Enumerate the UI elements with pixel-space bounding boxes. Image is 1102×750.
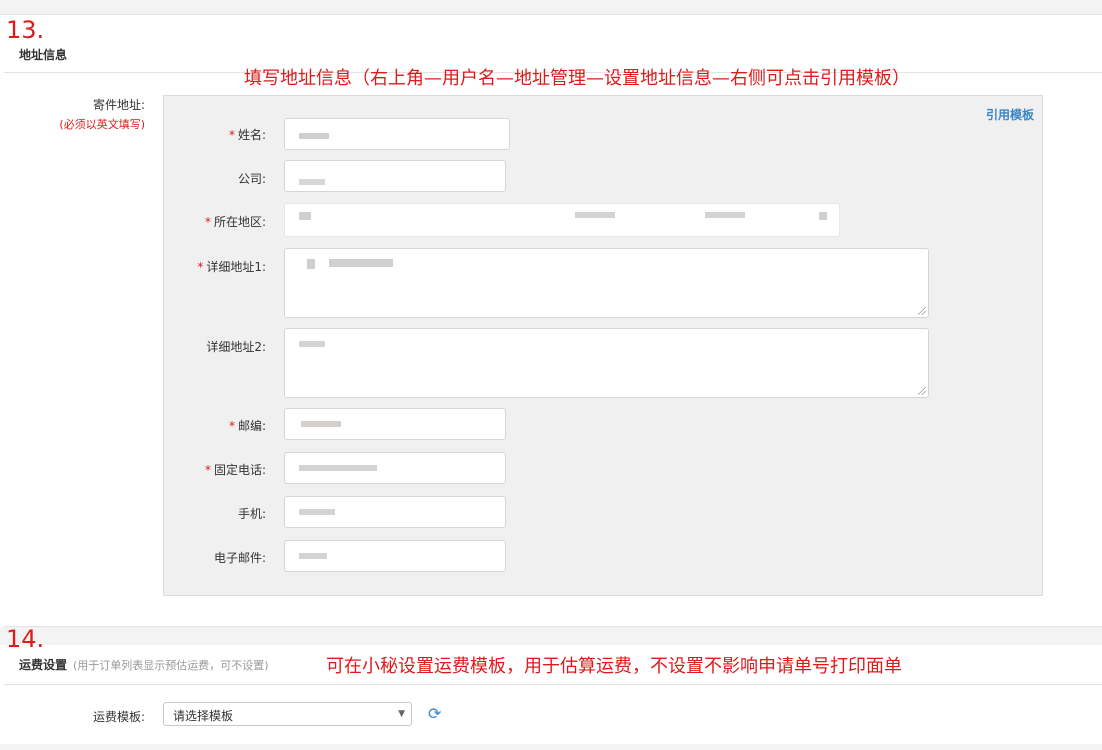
section-subtitle-shipping: (用于订单列表显示预估运费，可不设置)	[73, 659, 269, 672]
section-title-address: 地址信息	[19, 48, 68, 62]
address-annotation: 填写地址信息（右上角—用户名—地址管理—设置地址信息—右侧可点击引用模板）	[244, 68, 910, 89]
bottom-band	[0, 744, 1102, 750]
mobile-input[interactable]	[284, 496, 506, 528]
address-panel: 引用模板 * 姓名: 公司: * 所在地区: * 详细地址1: 详细地址2: * 邮编:…	[163, 95, 1043, 596]
required-mark: *	[228, 419, 235, 433]
sender-address-note: (必须以英文填写)	[59, 118, 145, 131]
chevron-down-icon: ▼	[398, 709, 405, 719]
company-label: 公司:	[237, 172, 266, 186]
address1-label: * 详细地址1:	[197, 260, 266, 274]
section-band	[0, 627, 1102, 645]
step-number-13: 13.	[6, 16, 45, 44]
postcode-input[interactable]	[284, 408, 506, 440]
phone-input[interactable]	[284, 452, 506, 484]
region-selector[interactable]	[284, 203, 840, 237]
name-input[interactable]	[284, 118, 510, 150]
company-input[interactable]	[284, 160, 506, 192]
shipping-template-select[interactable]: 请选择模板 ▼	[163, 702, 412, 726]
refresh-icon[interactable]: ⟳	[428, 704, 441, 723]
required-mark: *	[228, 128, 235, 142]
email-label: 电子邮件:	[213, 551, 266, 565]
use-template-link[interactable]: 引用模板	[986, 106, 1034, 123]
address2-textarea[interactable]	[284, 328, 929, 398]
resize-grip-icon[interactable]	[918, 387, 926, 395]
select-value: 请选择模板	[173, 709, 234, 723]
phone-label: * 固定电话:	[204, 463, 266, 477]
divider	[0, 14, 1102, 15]
required-mark: *	[204, 215, 211, 229]
postcode-label: * 邮编:	[228, 419, 266, 433]
resize-grip-icon[interactable]	[918, 307, 926, 315]
sender-address-label: 寄件地址:	[92, 98, 145, 112]
top-band	[0, 0, 1102, 14]
section-title-shipping: 运费设置 (用于订单列表显示预估运费，可不设置)	[19, 658, 269, 672]
required-mark: *	[197, 260, 204, 274]
email-input[interactable]	[284, 540, 506, 572]
address2-label: 详细地址2:	[206, 340, 266, 354]
region-label: * 所在地区:	[204, 215, 266, 229]
divider	[4, 684, 1102, 685]
step-number-14: 14.	[6, 625, 45, 653]
shipping-template-label: 运费模板:	[92, 710, 145, 724]
shipping-annotation: 可在小秘设置运费模板，用于估算运费，不设置不影响申请单号打印面单	[326, 656, 902, 677]
required-mark: *	[204, 463, 211, 477]
mobile-label: 手机:	[237, 507, 266, 521]
address1-textarea[interactable]	[284, 248, 929, 318]
name-label: * 姓名:	[228, 128, 266, 142]
